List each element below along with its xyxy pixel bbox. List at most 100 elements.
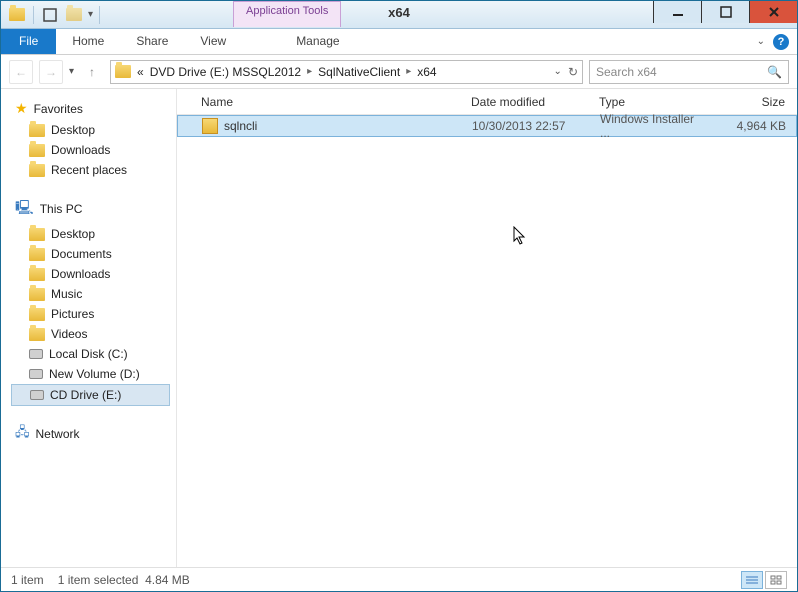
chevron-right-icon[interactable]: ▸ [307, 66, 312, 77]
window-controls [653, 1, 797, 23]
breadcrumb-item[interactable]: DVD Drive (E:) MSSQL2012 [150, 65, 301, 79]
search-icon: 🔍 [767, 65, 782, 79]
star-icon: ★ [15, 100, 28, 117]
folder-icon [29, 328, 45, 341]
separator [99, 6, 100, 24]
window-title: x64 [388, 5, 410, 20]
tab-manage[interactable]: Manage [280, 29, 355, 54]
tab-view[interactable]: View [184, 29, 242, 54]
breadcrumb-prefix: « [137, 65, 144, 79]
column-size[interactable]: Size [711, 95, 793, 109]
nav-pictures[interactable]: Pictures [11, 304, 176, 324]
column-name[interactable]: Name [193, 95, 463, 109]
breadcrumb-item[interactable]: SqlNativeClient [318, 65, 400, 79]
explorer-window: ▾ Application Tools x64 File Home Share … [0, 0, 798, 592]
nav-desktop-pc[interactable]: Desktop [11, 224, 176, 244]
nav-music[interactable]: Music [11, 284, 176, 304]
new-folder-icon[interactable] [64, 5, 84, 25]
search-box[interactable]: Search x64 🔍 [589, 60, 789, 84]
cursor-icon [513, 226, 529, 246]
label: Desktop [51, 227, 95, 241]
ribbon: File Home Share View Manage ⌄ ? [1, 29, 797, 55]
folder-icon [29, 248, 45, 261]
breadcrumb-item[interactable]: x64 [417, 65, 436, 79]
thumbnails-view-button[interactable] [765, 571, 787, 589]
nav-cd-drive-e[interactable]: CD Drive (E:) [11, 384, 170, 406]
properties-icon[interactable] [40, 5, 60, 25]
label: CD Drive (E:) [50, 388, 121, 402]
folder-icon [29, 164, 45, 177]
this-pc-header[interactable]: 🖳 This PC [11, 194, 176, 224]
label: Downloads [51, 143, 110, 157]
separator [33, 6, 34, 24]
tab-share[interactable]: Share [120, 29, 184, 54]
label: Desktop [51, 123, 95, 137]
navigation-bar: ← → ▾ ↑ « DVD Drive (E:) MSSQL2012 ▸ Sql… [1, 55, 797, 89]
refresh-icon[interactable]: ↻ [568, 65, 578, 79]
back-button[interactable]: ← [9, 60, 33, 84]
address-dropdown-icon[interactable]: ⌄ [554, 66, 562, 77]
up-button[interactable]: ↑ [80, 60, 104, 84]
label: Pictures [51, 307, 94, 321]
file-list: Name Date modified Type Size sqlncli 10/… [177, 89, 797, 567]
address-bar[interactable]: « DVD Drive (E:) MSSQL2012 ▸ SqlNativeCl… [110, 60, 583, 84]
file-name: sqlncli [224, 119, 257, 133]
disk-icon [30, 390, 44, 400]
qat-dropdown-icon[interactable]: ▾ [88, 9, 93, 20]
label: Documents [51, 247, 112, 261]
network-header[interactable]: 🖧 Network [11, 420, 176, 448]
folder-icon [29, 228, 45, 241]
contextual-tab-label: Application Tools [233, 1, 341, 27]
network-icon: 🖧 [15, 423, 30, 445]
details-view-button[interactable] [741, 571, 763, 589]
disk-icon [29, 369, 43, 379]
body: ★ Favorites Desktop Downloads Recent plac… [1, 89, 797, 567]
forward-button[interactable]: → [39, 60, 63, 84]
minimize-button[interactable] [653, 1, 701, 23]
nav-downloads-pc[interactable]: Downloads [11, 264, 176, 284]
status-bar: 1 item 1 item selected 4.84 MB [1, 567, 797, 591]
label: This PC [40, 202, 83, 216]
nav-desktop[interactable]: Desktop [11, 120, 176, 140]
nav-new-volume-d[interactable]: New Volume (D:) [11, 364, 176, 384]
label: Downloads [51, 267, 110, 281]
favorites-header[interactable]: ★ Favorites [11, 97, 176, 120]
nav-documents[interactable]: Documents [11, 244, 176, 264]
folder-icon [29, 124, 45, 137]
file-row[interactable]: sqlncli 10/30/2013 22:57 Windows Install… [177, 115, 797, 137]
nav-videos[interactable]: Videos [11, 324, 176, 344]
help-icon[interactable]: ? [773, 34, 789, 50]
file-date: 10/30/2013 22:57 [464, 119, 592, 133]
folder-icon [29, 144, 45, 157]
column-type[interactable]: Type [591, 95, 711, 109]
folder-icon [7, 5, 27, 25]
label: Network [36, 427, 80, 441]
file-tab[interactable]: File [1, 29, 56, 54]
maximize-button[interactable] [701, 1, 749, 23]
disk-icon [29, 349, 43, 359]
folder-icon [29, 268, 45, 281]
status-count: 1 item [11, 573, 44, 587]
titlebar: ▾ Application Tools x64 [1, 1, 797, 29]
status-selected: 1 item selected [58, 573, 139, 587]
folder-icon [29, 308, 45, 321]
label: Local Disk (C:) [49, 347, 128, 361]
label: New Volume (D:) [49, 367, 140, 381]
column-date[interactable]: Date modified [463, 95, 591, 109]
nav-recent[interactable]: Recent places [11, 160, 176, 180]
file-type: Windows Installer ... [592, 112, 712, 140]
close-button[interactable] [749, 1, 797, 23]
history-dropdown-icon[interactable]: ▾ [69, 66, 74, 77]
quick-access-toolbar: ▾ [1, 5, 102, 25]
nav-local-disk-c[interactable]: Local Disk (C:) [11, 344, 176, 364]
drive-icon [115, 65, 131, 78]
nav-downloads[interactable]: Downloads [11, 140, 176, 160]
folder-icon [29, 288, 45, 301]
status-size: 4.84 MB [145, 573, 190, 587]
tab-home[interactable]: Home [56, 29, 120, 54]
pc-icon: 🖳 [15, 197, 34, 221]
ribbon-collapse-icon[interactable]: ⌄ [757, 36, 765, 47]
label: Music [51, 287, 82, 301]
label: Favorites [34, 102, 83, 116]
chevron-right-icon[interactable]: ▸ [406, 66, 411, 77]
